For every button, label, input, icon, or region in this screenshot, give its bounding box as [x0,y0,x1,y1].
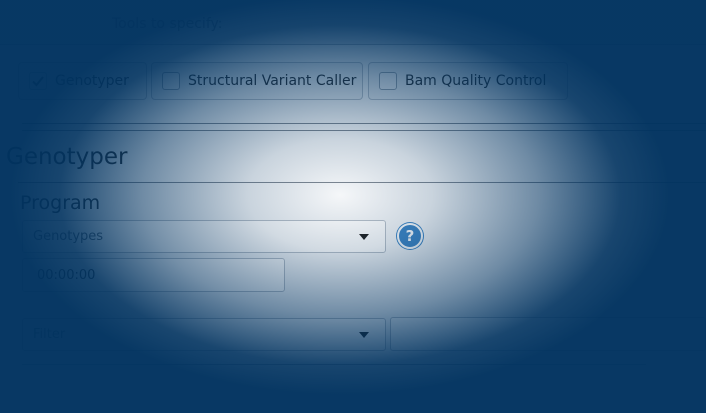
section-title: Genotyper [6,144,128,170]
tool-tab-bam-quality-control[interactable]: Bam Quality Control [368,62,568,100]
page: Tools to specify: Genotyper Structural V… [0,0,706,413]
tool-tab-label: Bam Quality Control [405,73,547,89]
chevron-down-icon [359,234,369,240]
divider [22,123,706,124]
check-icon [32,76,44,87]
footer-divider [22,364,646,365]
program-select[interactable]: Genotypes [22,220,386,253]
genotyper-checkbox[interactable] [29,72,47,90]
tool-tab-genotyper[interactable]: Genotyper [18,62,147,100]
time-input[interactable]: 00:00:00 [22,258,285,292]
tool-tab-structural-variant-caller[interactable]: Structural Variant Caller [151,62,363,100]
divider [22,130,706,131]
filter-select-value: Filter [33,327,66,342]
program-label: Program [20,192,101,214]
section-divider [18,182,706,183]
tool-tab-label: Structural Variant Caller [188,73,357,89]
time-input-value: 00:00:00 [37,268,96,283]
structural-variant-caller-checkbox[interactable] [162,72,180,90]
program-select-value: Genotypes [33,229,104,244]
filter-select[interactable]: Filter [22,318,386,351]
instructions-bar: Tools to specify: [0,0,706,45]
instructions-text: Tools to specify: [112,16,223,32]
filter-value-input[interactable] [390,317,706,351]
question-icon[interactable]: ? [397,223,423,249]
tool-tab-label: Genotyper [55,73,129,89]
bam-quality-control-checkbox[interactable] [379,72,397,90]
chevron-down-icon [359,332,369,338]
